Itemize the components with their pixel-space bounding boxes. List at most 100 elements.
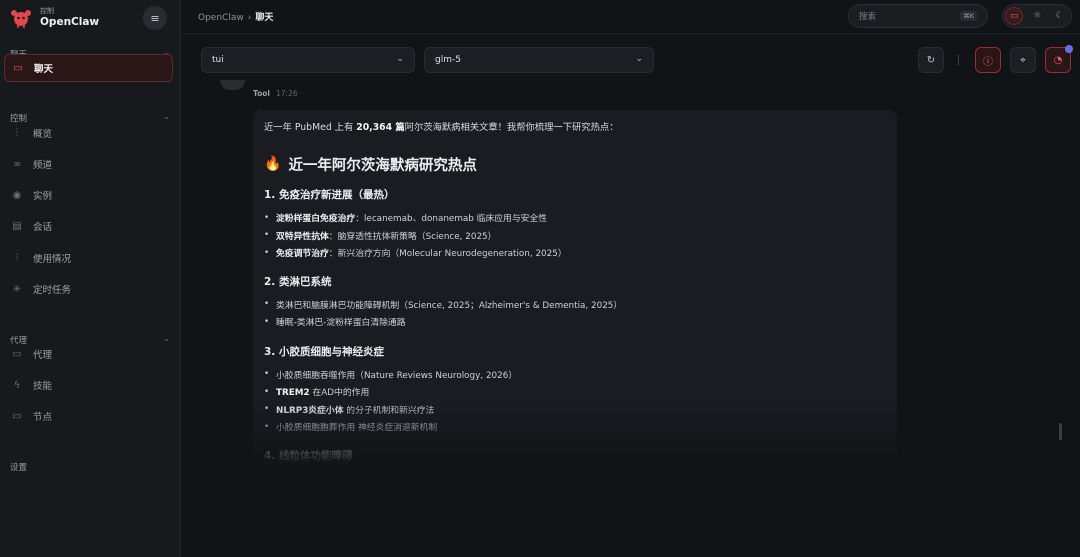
message-sender: Tool [253,89,270,98]
list-item-bold: TREM2 [276,388,310,399]
sidebar-item[interactable]: ▭ 节点 [4,402,173,430]
refresh-icon: ↻ [926,54,936,66]
thinking-toggle-button[interactable]: ⓘ [975,47,1001,73]
sidebar-item-label: 聊天 [34,64,54,75]
sidebar-item-label: 会话 [33,222,53,233]
section-heading: 2. 类淋巴系统 [264,275,332,288]
bullet-icon: • [264,230,270,241]
section-heading: 1. 免疫治疗新进展（最热） [264,189,395,201]
system-theme-button[interactable]: ▭ [1005,7,1024,25]
sidebar-item[interactable]: ▭ 代理 [4,340,173,368]
search-input[interactable]: 搜索 ⌘K [848,4,988,28]
bullet-icon: • [264,299,270,310]
message-meta: Tool 17:26 [253,89,298,98]
list-item-bold: 免疫调节治疗 [276,249,329,260]
section-label-text: 设置 [10,463,28,473]
document-icon: ▤ [12,220,22,232]
lightning-icon: ϟ [13,379,21,391]
breadcrumb-separator: › [247,13,252,23]
list-item: • 淀粉样蛋白免疫治疗：lecanemab、donanemab 临床应用与安全性 [264,209,886,227]
dark-theme-button[interactable]: ☾ [1051,7,1069,25]
lobster-logo-icon [11,9,31,28]
section-heading: 3. 小胶质细胞与神经炎症 [264,345,384,358]
list-item-text: 在AD中的作用 [309,388,370,399]
focus-icon: ⌖ [1020,54,1026,66]
breadcrumb-root[interactable]: OpenClaw [198,13,244,23]
sidebar-item[interactable]: ▤ 会话 [4,212,173,240]
sidebar-item-label: 定时任务 [33,285,72,296]
list-item: • 免疫调节治疗：新兴治疗方向（Molecular Neurodegenerati… [264,244,886,262]
list-item-text: ：新兴治疗方向（Molecular Neurodegeneration, 202… [328,249,567,260]
chat-bubble-icon: ▭ [13,62,23,74]
bullet-icon: • [264,247,270,258]
list-item: • TREM2 在AD中的作用 [264,383,886,401]
sidebar-item[interactable]: ⫶ 概览 [4,119,173,147]
intro-text: 近一年 PubMed 上有 [264,122,357,133]
collapse-sidebar-button[interactable]: ≡ [143,6,167,30]
message-heading: 🔥 近一年阿尔茨海默病研究热点 [264,154,886,174]
sidebar-item[interactable]: ϟ 技能 [4,371,173,399]
list-item: • 双特异性抗体：脑穿透性抗体新策略（Science, 2025） [264,227,886,245]
sidebar-item[interactable]: ▭ 聊天 [4,54,173,82]
search-placeholder: 搜索 [859,12,877,22]
fire-icon: 🔥 [264,156,282,172]
sidebar-item[interactable]: ∞ 频道 [4,150,173,178]
bullet-icon: • [264,369,270,380]
bullet-icon: • [264,212,270,223]
cron-sessions-button[interactable]: ◔ [1045,45,1073,73]
search-shortcut: ⌘K [960,11,977,21]
clock-icon: ◔ [1053,54,1063,66]
sidebar-item[interactable]: ◉ 实例 [4,181,173,209]
session-select[interactable]: tui ⌄ [201,47,415,73]
list-item-bold: 淀粉样蛋白免疫治疗 [276,214,356,225]
loader-icon: ✳ [12,283,22,295]
sidebar: 控制 OpenClaw ≡ 聊天⌄▭聊天控制⌄⫶概览∞频道◉实例▤会话⫶使用情况… [0,0,181,557]
sidebar-item-label: 实例 [33,191,53,202]
broadcast-icon: ◉ [12,189,22,201]
light-theme-button[interactable]: ☼ [1028,7,1046,25]
sidebar-item[interactable]: ⫶ 使用情况 [4,244,173,272]
avatar [220,80,245,90]
message-intro: 近一年 PubMed 上有 20,364 篇阿尔茨海默病相关文章！我帮你梳理一下… [264,119,886,133]
theme-switcher: ▭ ☼ ☾ [1002,4,1072,28]
bullet-list: • 淀粉样蛋白免疫治疗：lecanemab、donanemab 临床应用与安全性 •… [264,209,886,262]
top-bar: OpenClaw › 聊天 搜索 ⌘K ▭ ☼ ☾ [181,0,1080,34]
focus-mode-button[interactable]: ⌖ [1010,47,1036,73]
monitor-icon: ▭ [12,410,22,422]
brand-subtitle: 控制 [40,7,54,15]
toolbar-divider [958,54,959,66]
list-item-text: ：lecanemab、donanemab 临床应用与安全性 [355,214,548,225]
sidebar-item-label: 节点 [33,412,53,423]
bullet-list: • 类淋巴和脑膜淋巴功能障碍机制（Science, 2025；Alzheimer'… [264,296,886,331]
list-item: • 小胶质细胞吞噬作用（Nature Reviews Neurology, 202… [264,366,886,384]
list-item: • 睡眠-类淋巴-淀粉样蛋白清除通路 [264,313,886,331]
bar-chart-icon: ⫶ [15,252,19,264]
message-bubble: 近一年 PubMed 上有 20,364 篇阿尔茨海默病相关文章！我帮你梳理一下… [253,110,897,470]
refresh-button[interactable]: ↻ [918,47,944,73]
breadcrumb-current: 聊天 [255,13,274,23]
breadcrumb: OpenClaw › 聊天 [198,10,273,23]
menu-icon: ≡ [150,11,160,25]
list-item-text: 小胶质细胞吞噬作用（Nature Reviews Neurology, 2026… [276,370,518,381]
sidebar-item-label: 概览 [33,129,53,140]
model-select-value: glm-5 [435,55,461,65]
notification-badge [1065,45,1073,53]
model-select[interactable]: glm-5 ⌄ [424,47,654,73]
link-icon: ∞ [12,158,22,170]
moon-icon: ☾ [1055,11,1064,21]
sidebar-item[interactable]: ✳ 定时任务 [4,275,173,303]
chevron-down-icon: ⌄ [635,54,643,64]
bullet-icon: • [264,386,270,397]
list-item-text: 类淋巴和脑膜淋巴功能障碍机制（Science, 2025；Alzheimer's… [276,300,623,311]
brand[interactable]: 控制 OpenClaw [10,6,99,29]
intro-count: 20,364 篇 [356,122,405,133]
sidebar-item-label: 频道 [33,160,53,171]
list-item: • 类淋巴和脑膜淋巴功能障碍机制（Science, 2025；Alzheimer'… [264,296,886,314]
heading-text: 近一年阿尔茨海默病研究热点 [288,157,477,174]
scrollbar-thumb[interactable] [1059,423,1062,440]
folder-icon: ▭ [12,348,22,360]
sidebar-section-label[interactable]: 设置 [10,461,170,473]
message-time: 17:26 [276,89,298,98]
monitor-icon: ▭ [1010,11,1019,21]
list-item-bold: 双特异性抗体 [276,231,329,242]
